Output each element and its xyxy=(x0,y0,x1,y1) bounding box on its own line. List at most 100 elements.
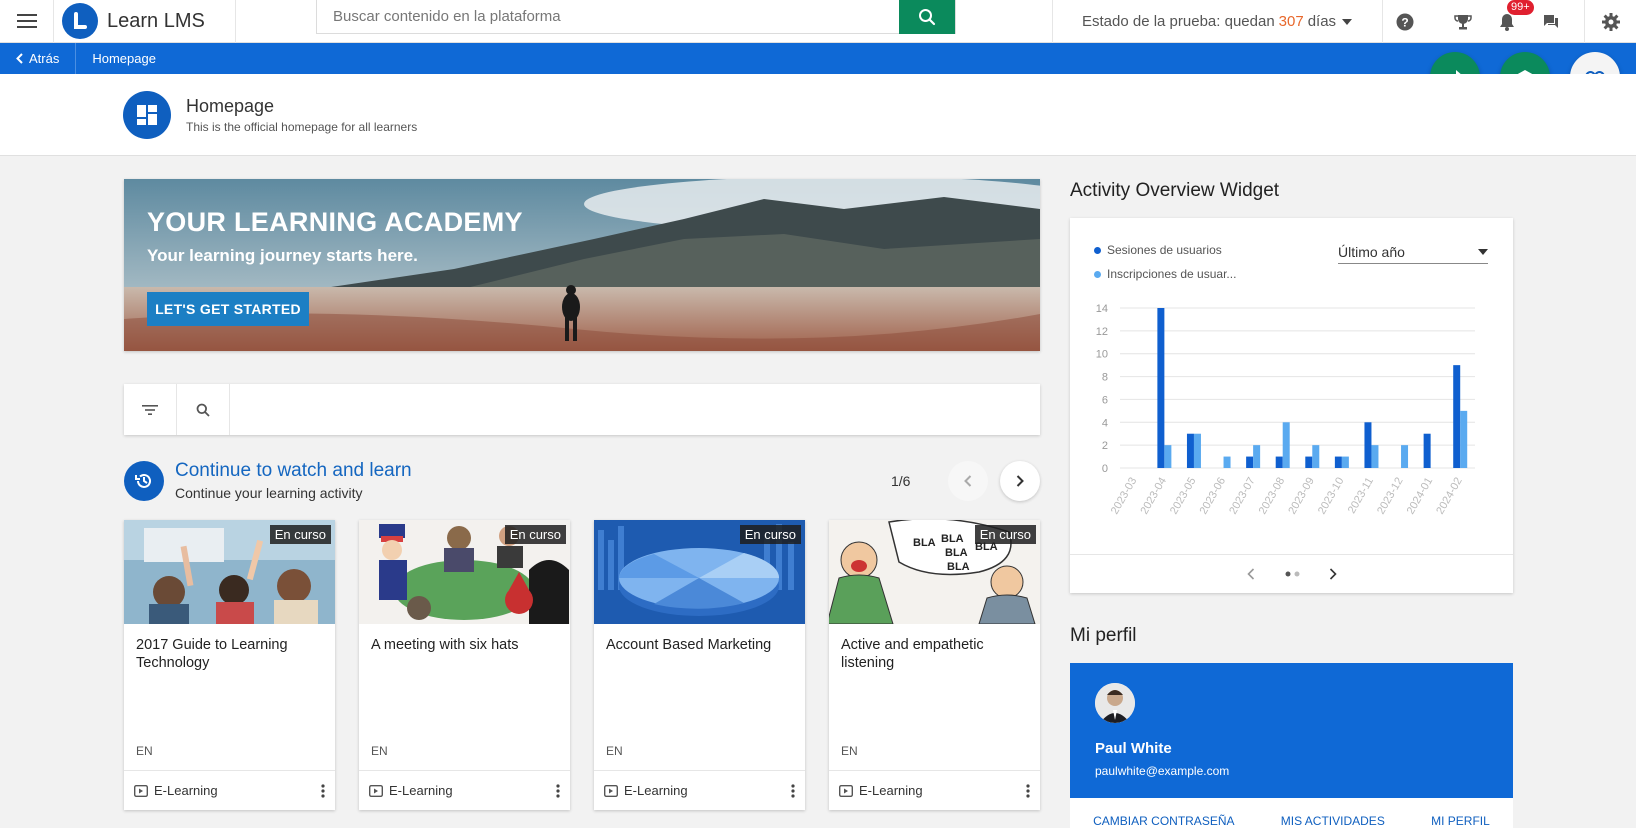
brand-logo-icon xyxy=(62,3,98,39)
enrollments-bar xyxy=(1253,445,1261,468)
section-title[interactable]: Continue to watch and learn xyxy=(175,460,412,482)
trophy-icon[interactable] xyxy=(1441,0,1485,43)
widget-pagination xyxy=(1070,554,1513,593)
x-tick-label: 2023-08 xyxy=(1257,476,1288,517)
brand[interactable]: Learn LMS xyxy=(54,0,236,43)
sessions-bar xyxy=(1275,456,1283,468)
profile-card: Paul White paulwhite@example.com xyxy=(1070,663,1513,798)
y-tick-label: 2 xyxy=(1102,440,1108,452)
svg-text:BLA: BLA xyxy=(913,537,936,549)
course-card[interactable]: BLA BLA BLA BLA BLA En curso Active and empa… xyxy=(829,520,1040,810)
legend-item[interactable]: Sesiones de usuarios xyxy=(1094,243,1222,257)
page-header: Homepage This is the official homepage f… xyxy=(0,74,1636,156)
breadcrumb-bar: Atrás Homepage xyxy=(0,43,1636,74)
avatar[interactable] xyxy=(1095,683,1135,723)
activity-widget-title: Activity Overview Widget xyxy=(1070,180,1280,201)
y-tick-label: 4 xyxy=(1102,417,1108,429)
course-type: E-Learning xyxy=(154,783,218,798)
y-tick-label: 8 xyxy=(1102,372,1108,384)
chevron-left-icon[interactable] xyxy=(1246,568,1255,580)
chevron-left-icon xyxy=(964,475,972,487)
period-select[interactable]: Último año xyxy=(1338,240,1488,264)
chevron-right-icon xyxy=(1016,475,1024,487)
course-type: E-Learning xyxy=(859,783,923,798)
enrollments-bar xyxy=(1282,422,1290,468)
profile-links: CAMBIAR CONTRASEÑA MIS ACTIVIDADES MI PE… xyxy=(1070,798,1513,828)
course-title[interactable]: 2017 Guide to Learning Technology xyxy=(136,636,326,672)
course-title[interactable]: Account Based Marketing xyxy=(606,636,796,654)
catalog-search-field[interactable] xyxy=(230,384,1040,435)
sessions-bar xyxy=(1157,308,1165,468)
y-tick-label: 10 xyxy=(1096,349,1108,361)
x-tick-label: 2023-11 xyxy=(1346,476,1376,516)
banner-title: YOUR LEARNING ACADEMY xyxy=(147,207,523,237)
catalog-filter-bar xyxy=(124,384,1040,435)
search-icon xyxy=(919,9,936,26)
video-icon xyxy=(839,784,853,797)
sessions-bar xyxy=(1334,456,1342,468)
course-card[interactable]: En curso 2017 Guide to Learning Technolo… xyxy=(124,520,335,810)
my-profile-link[interactable]: MI PERFIL xyxy=(1431,814,1490,828)
more-options-icon[interactable] xyxy=(1026,783,1030,798)
x-tick-label: 2023-04 xyxy=(1138,476,1169,517)
enrollments-bar xyxy=(1460,410,1468,468)
trial-status[interactable]: Estado de la prueba: quedan 307 días xyxy=(1052,0,1372,43)
sessions-bar xyxy=(1186,433,1194,468)
breadcrumb-current: Homepage xyxy=(92,51,156,66)
more-options-icon[interactable] xyxy=(556,783,560,798)
search-input[interactable] xyxy=(317,0,899,33)
carousel-prev-button[interactable] xyxy=(948,461,988,501)
page-title: Homepage xyxy=(186,96,275,116)
search-button[interactable] xyxy=(899,0,955,34)
course-type: E-Learning xyxy=(624,783,688,798)
section-subtitle: Continue your learning activity xyxy=(175,485,363,501)
legend-swatch xyxy=(1094,246,1101,254)
change-password-link[interactable]: CAMBIAR CONTRASEÑA xyxy=(1093,814,1234,828)
enrollments-bar xyxy=(1401,445,1409,468)
menu-icon[interactable] xyxy=(0,0,54,43)
course-language: EN xyxy=(841,744,858,758)
course-card[interactable]: En curso A meeting with six hats EN E-Le… xyxy=(359,520,570,810)
y-tick-label: 6 xyxy=(1102,394,1108,406)
my-activities-link[interactable]: MIS ACTIVIDADES xyxy=(1281,814,1385,828)
global-search xyxy=(316,0,956,34)
more-options-icon[interactable] xyxy=(321,783,325,798)
trial-prefix: Estado de la prueba: quedan xyxy=(1082,13,1275,30)
svg-text:?: ? xyxy=(1401,15,1408,29)
catalog-search-button[interactable] xyxy=(177,384,230,435)
help-icon[interactable]: ? xyxy=(1382,0,1426,43)
legend-label: Sesiones de usuarios xyxy=(1107,243,1222,257)
y-tick-label: 12 xyxy=(1096,326,1108,338)
messages-icon[interactable] xyxy=(1529,0,1573,43)
sessions-bar xyxy=(1246,456,1254,468)
video-icon xyxy=(134,784,148,797)
course-card[interactable]: En curso Account Based Marketing EN E-Le… xyxy=(594,520,805,810)
x-tick-label: 2023-09 xyxy=(1286,476,1317,517)
course-thumbnail: En curso xyxy=(124,520,335,624)
course-title[interactable]: A meeting with six hats xyxy=(371,636,561,654)
filter-button[interactable] xyxy=(124,384,177,435)
chevron-right-icon[interactable] xyxy=(1329,568,1337,580)
back-button[interactable]: Atrás xyxy=(0,43,77,74)
course-thumbnail: En curso xyxy=(594,520,805,624)
carousel-next-button[interactable] xyxy=(1000,461,1040,501)
x-tick-label: 2023-10 xyxy=(1316,476,1347,517)
course-language: EN xyxy=(371,744,388,758)
course-title[interactable]: Active and empathetic listening xyxy=(841,636,1031,672)
dashboard-icon xyxy=(123,91,171,139)
get-started-button[interactable]: LET'S GET STARTED xyxy=(147,292,309,326)
legend-label: Inscripciones de usuar... xyxy=(1107,267,1237,281)
settings-gear-icon[interactable] xyxy=(1584,0,1636,43)
x-tick-label: 2024-01 xyxy=(1405,476,1436,517)
course-thumbnail: BLA BLA BLA BLA BLA En curso xyxy=(829,520,1040,624)
caret-down-icon xyxy=(1342,18,1353,25)
more-options-icon[interactable] xyxy=(791,783,795,798)
caret-down-icon xyxy=(1478,248,1488,255)
legend-item[interactable]: Inscripciones de usuar... xyxy=(1094,267,1236,281)
course-thumbnail: En curso xyxy=(359,520,570,624)
sessions-bar xyxy=(1305,456,1313,468)
course-language: EN xyxy=(606,744,623,758)
x-tick-label: 2023-05 xyxy=(1168,476,1199,517)
notifications-bell[interactable]: 99+ xyxy=(1485,0,1534,43)
x-tick-label: 2023-06 xyxy=(1198,476,1229,517)
